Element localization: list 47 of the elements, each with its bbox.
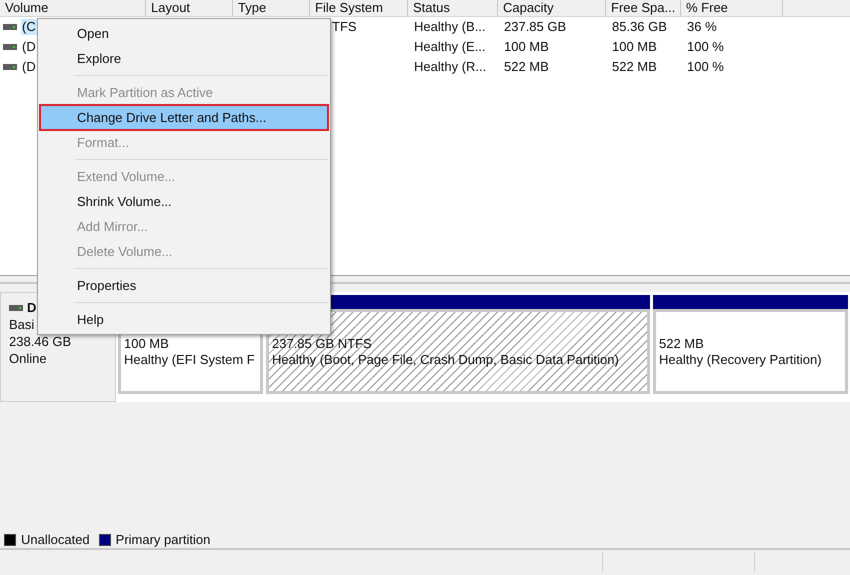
partition-block[interactable]: 522 MB Healthy (Recovery Partition): [653, 309, 848, 394]
table-cell: 522 MB: [504, 58, 549, 74]
drive-icon: [3, 64, 17, 70]
legend-label: Primary partition: [116, 532, 210, 548]
column-header[interactable]: Volume: [0, 0, 146, 16]
drive-label[interactable]: (D: [21, 58, 37, 76]
table-cell: 100 MB: [504, 38, 549, 54]
table-cell: 100 %: [687, 58, 724, 74]
disk-status: Online: [9, 350, 47, 367]
column-header[interactable]: File System: [310, 0, 408, 16]
disk-name: D: [27, 299, 36, 316]
table-cell: Healthy (B...: [414, 18, 486, 34]
disk-type: Basi: [9, 316, 34, 333]
drive-label[interactable]: (C: [21, 18, 37, 36]
table-cell: Healthy (E...: [414, 38, 486, 54]
drive-label[interactable]: (D: [21, 38, 37, 56]
menu-item[interactable]: Change Drive Letter and Paths...: [40, 105, 328, 130]
disk-size: 238.46 GB: [9, 333, 72, 350]
partition-size: 237.85 GB NTFS: [272, 336, 373, 352]
table-cell: 100 MB: [612, 38, 657, 54]
partition-size: 522 MB: [659, 336, 705, 352]
partition-status: Healthy (Boot, Page File, Crash Dump, Basic Data Partition): [272, 352, 620, 368]
table-cell: Healthy (R...: [414, 58, 486, 74]
drive-icon: [3, 24, 17, 30]
table-cell: 85.36 GB: [612, 18, 667, 34]
column-header[interactable]: Type: [233, 0, 310, 16]
drive-icon: [9, 304, 23, 310]
menu-item[interactable]: Open: [40, 21, 328, 46]
column-header[interactable]: Status: [408, 0, 498, 16]
table-cell: 100 %: [687, 38, 724, 54]
column-header[interactable]: Free Spa...: [606, 0, 681, 16]
menu-item[interactable]: Explore: [40, 46, 328, 71]
partition-size: 100 MB: [124, 336, 170, 352]
menu-item[interactable]: Properties: [40, 273, 328, 298]
drive-icon: [3, 44, 17, 50]
column-header[interactable]: % Free: [681, 0, 783, 16]
partition-status: Healthy (Recovery Partition): [659, 352, 823, 368]
partition-block[interactable]: 237.85 GB NTFS Healthy (Boot, Page File, Crash Dump, Basic Data Partition): [266, 309, 650, 394]
table-cell: TFS: [332, 18, 357, 34]
partition-status: Healthy (EFI System F: [124, 352, 256, 368]
legend-label: Unallocated: [21, 532, 90, 548]
column-header[interactable]: Layout: [146, 0, 233, 16]
table-cell: 522 MB: [612, 58, 657, 74]
menu-item[interactable]: Shrink Volume...: [40, 189, 328, 214]
column-header[interactable]: Capacity: [498, 0, 606, 16]
table-cell: 237.85 GB: [504, 18, 566, 34]
table-cell: 36 %: [687, 18, 717, 34]
